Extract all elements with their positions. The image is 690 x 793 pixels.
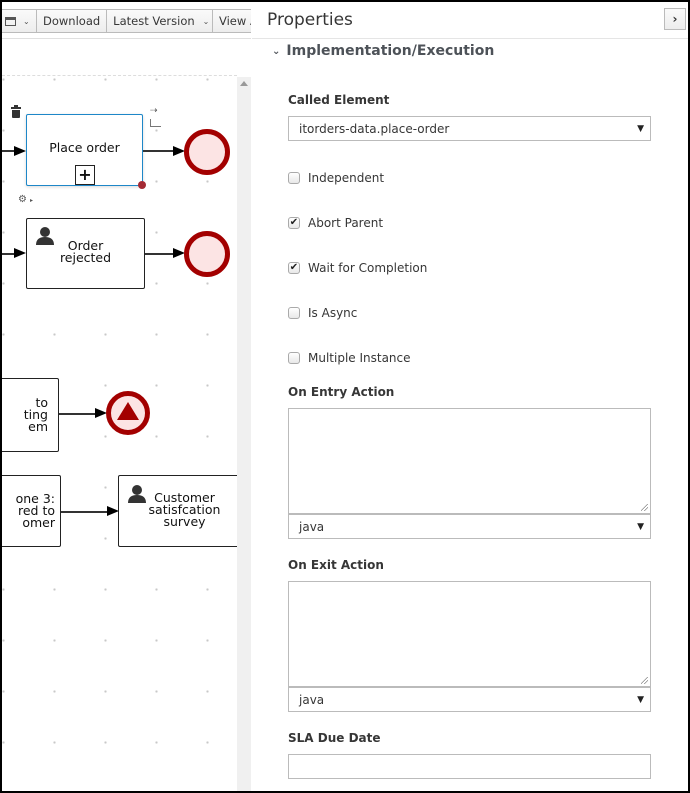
- wait-for-completion-checkbox[interactable]: ✔ Wait for Completion: [288, 261, 427, 275]
- scroll-up-arrow-icon[interactable]: [240, 81, 248, 86]
- chevron-down-icon: ⌄: [272, 45, 281, 57]
- vertical-scrollbar[interactable]: [237, 77, 251, 791]
- task-place-order[interactable]: Place order +: [26, 114, 143, 186]
- checkbox-unchecked[interactable]: [288, 307, 300, 319]
- diagram-canvas[interactable]: Place order + ⇢ ⚙ ▸ Order rejected to tin…: [2, 77, 243, 791]
- sequence-flow[interactable]: [145, 253, 175, 255]
- sequence-flow[interactable]: [143, 150, 175, 152]
- checkbox-checked[interactable]: ✔: [288, 262, 300, 274]
- task-label: Customer satisfcation survey: [148, 490, 221, 529]
- checkbox-label: Multiple Instance: [308, 351, 411, 365]
- chevron-right-icon: ›: [672, 12, 678, 26]
- editor-toolbar: ⌄ Download Latest Version ⌄ View A: [2, 2, 251, 39]
- task-customer-survey[interactable]: Customer satisfcation survey: [118, 475, 243, 547]
- diagram-editor: ⌄ Download Latest Version ⌄ View A Place …: [0, 2, 251, 791]
- delete-icon[interactable]: [11, 105, 21, 118]
- resize-grip-icon[interactable]: [641, 677, 648, 684]
- dropdown-arrow-icon: ▼: [637, 124, 644, 134]
- subprocess-marker-icon: +: [75, 165, 95, 185]
- end-event[interactable]: [184, 231, 230, 277]
- task-label: one 3: red to omer: [15, 491, 55, 530]
- sequence-flow[interactable]: [61, 511, 111, 513]
- sequence-flow[interactable]: [59, 413, 97, 415]
- on-exit-language-value: java: [299, 692, 325, 707]
- task-partial[interactable]: to ting em: [2, 378, 59, 452]
- flow-arrowhead: [14, 248, 26, 258]
- view-alerts-button[interactable]: View A: [212, 9, 251, 33]
- view-alerts-label: View A: [219, 14, 251, 28]
- gear-icon[interactable]: ⚙ ▸: [18, 194, 33, 205]
- called-element-value: itorders-data.place-order: [299, 121, 450, 136]
- on-entry-action-label: On Entry Action: [288, 385, 395, 399]
- task-order-rejected[interactable]: Order rejected: [26, 218, 145, 289]
- on-exit-language-select[interactable]: java ▼: [288, 687, 651, 712]
- checkbox-label: Independent: [308, 171, 385, 185]
- download-button[interactable]: Download: [37, 9, 108, 33]
- resize-handle[interactable]: [138, 181, 146, 189]
- collapse-panel-button[interactable]: ›: [664, 8, 686, 30]
- escalation-end-event[interactable]: [106, 391, 150, 435]
- checkbox-unchecked[interactable]: [288, 352, 300, 364]
- checkbox-checked[interactable]: ✔: [288, 217, 300, 229]
- resize-grip-icon[interactable]: [641, 504, 648, 511]
- escalation-icon: [117, 402, 139, 420]
- chevron-down-icon: ⌄: [23, 16, 30, 26]
- checkbox-label: Wait for Completion: [308, 261, 428, 275]
- download-label: Download: [43, 14, 101, 28]
- task-label: Order rejected: [59, 237, 112, 265]
- sla-due-date-label: SLA Due Date: [288, 731, 381, 745]
- toolbar-button-group: ⌄ Download Latest Version ⌄: [2, 9, 217, 33]
- checkbox-label: Abort Parent: [308, 216, 384, 230]
- flow-arrowhead: [14, 146, 26, 156]
- sla-due-date-input[interactable]: [288, 754, 651, 779]
- dropdown-arrow-icon: ▼: [637, 522, 644, 532]
- dropdown-arrow-icon: ▼: [637, 695, 644, 705]
- abort-parent-checkbox[interactable]: ✔ Abort Parent: [288, 216, 383, 230]
- section-label: Implementation/Execution: [286, 43, 495, 59]
- section-implementation-execution[interactable]: ⌄ Implementation/Execution: [272, 43, 494, 59]
- properties-title: Properties: [267, 10, 353, 30]
- task-milestone-partial[interactable]: one 3: red to omer: [2, 475, 61, 547]
- checkbox-unchecked[interactable]: [288, 172, 300, 184]
- on-entry-language-select[interactable]: java ▼: [288, 514, 651, 539]
- user-icon: [128, 485, 146, 503]
- properties-panel: Properties › ⌄ Implementation/Execution …: [252, 2, 688, 791]
- task-label: to ting em: [23, 395, 48, 434]
- text-annotation-tool-icon[interactable]: [150, 119, 161, 127]
- window-icon: [5, 16, 16, 26]
- called-element-select[interactable]: itorders-data.place-order ▼: [288, 116, 651, 141]
- multiple-instance-checkbox[interactable]: Multiple Instance: [288, 351, 411, 365]
- view-mode-button[interactable]: ⌄: [2, 9, 37, 33]
- chevron-down-icon: ⌄: [202, 16, 210, 26]
- on-exit-action-textarea[interactable]: [288, 581, 651, 687]
- independent-checkbox[interactable]: Independent: [288, 171, 384, 185]
- called-element-label: Called Element: [288, 93, 390, 107]
- end-event[interactable]: [184, 129, 230, 175]
- properties-header: Properties ›: [252, 2, 688, 39]
- on-exit-action-label: On Exit Action: [288, 558, 384, 572]
- checkbox-label: Is Async: [308, 306, 358, 320]
- version-dropdown[interactable]: Latest Version ⌄: [107, 9, 217, 33]
- version-label: Latest Version: [113, 14, 195, 28]
- is-async-checkbox[interactable]: Is Async: [288, 306, 357, 320]
- task-label: Place order: [49, 140, 120, 155]
- user-icon: [36, 227, 54, 245]
- on-entry-language-value: java: [299, 519, 325, 534]
- connector-tool-icon[interactable]: ⇢: [150, 106, 158, 116]
- on-entry-action-textarea[interactable]: [288, 408, 651, 514]
